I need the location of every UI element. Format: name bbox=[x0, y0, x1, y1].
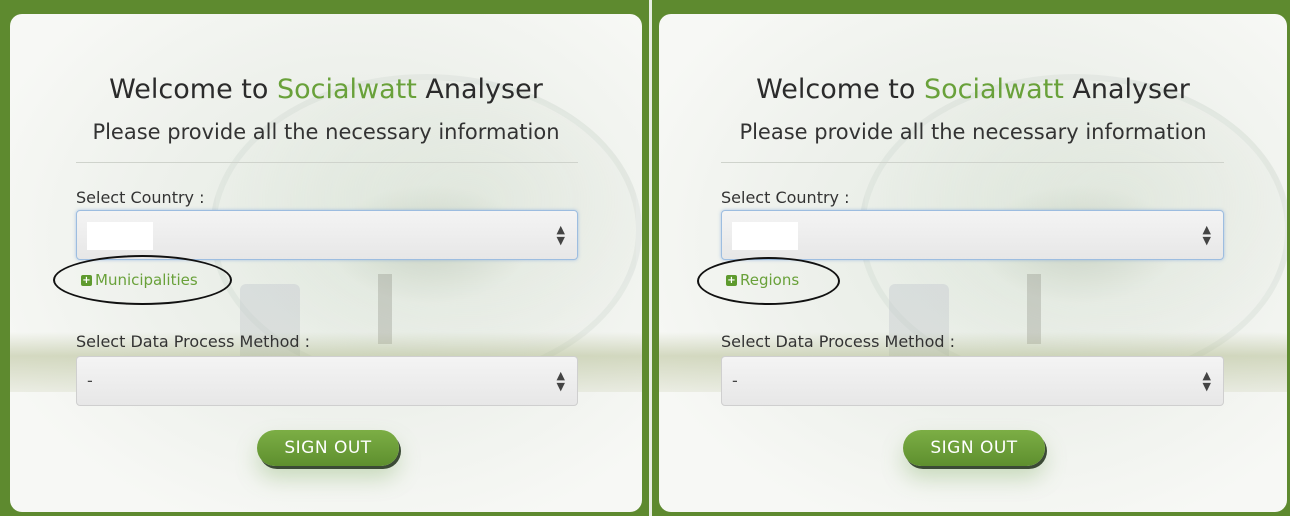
method-label: Select Data Process Method : bbox=[721, 332, 955, 351]
page-subtitle: Please provide all the necessary informa… bbox=[739, 120, 1207, 144]
method-select[interactable]: - ▲ ▼ bbox=[721, 356, 1224, 406]
country-select[interactable]: ▲ ▼ bbox=[76, 210, 578, 260]
page-title: Welcome to Socialwatt Analyser bbox=[109, 74, 543, 105]
divider bbox=[721, 162, 1224, 163]
method-value: - bbox=[87, 371, 93, 390]
method-label: Select Data Process Method : bbox=[76, 332, 310, 351]
method-value: - bbox=[732, 371, 738, 390]
login-panel-left: Welcome to Socialwatt Analyser Please pr… bbox=[10, 14, 642, 512]
country-label: Select Country : bbox=[721, 188, 850, 207]
country-select[interactable]: ▲ ▼ bbox=[721, 210, 1224, 260]
brand-name: Socialwatt bbox=[923, 74, 1064, 105]
sign-out-button[interactable]: SIGN OUT bbox=[903, 430, 1045, 466]
select-arrows-icon: ▲ ▼ bbox=[556, 223, 565, 247]
divider bbox=[76, 162, 578, 163]
page-title: Welcome to Socialwatt Analyser bbox=[756, 74, 1190, 105]
panel-divider bbox=[642, 0, 659, 516]
sign-out-button[interactable]: SIGN OUT bbox=[257, 430, 399, 466]
method-select[interactable]: - ▲ ▼ bbox=[76, 356, 578, 406]
country-label: Select Country : bbox=[76, 188, 205, 207]
select-arrows-icon: ▲ ▼ bbox=[556, 369, 565, 393]
select-arrows-icon: ▲ ▼ bbox=[1202, 223, 1211, 247]
select-arrows-icon: ▲ ▼ bbox=[1202, 369, 1211, 393]
brand-name: Socialwatt bbox=[276, 74, 417, 105]
login-panel-right: Welcome to Socialwatt Analyser Please pr… bbox=[659, 14, 1287, 512]
annotation-ellipse bbox=[53, 255, 232, 305]
page-subtitle: Please provide all the necessary informa… bbox=[92, 120, 560, 144]
annotation-ellipse bbox=[697, 257, 840, 305]
country-value bbox=[87, 222, 153, 250]
country-value bbox=[732, 222, 798, 250]
